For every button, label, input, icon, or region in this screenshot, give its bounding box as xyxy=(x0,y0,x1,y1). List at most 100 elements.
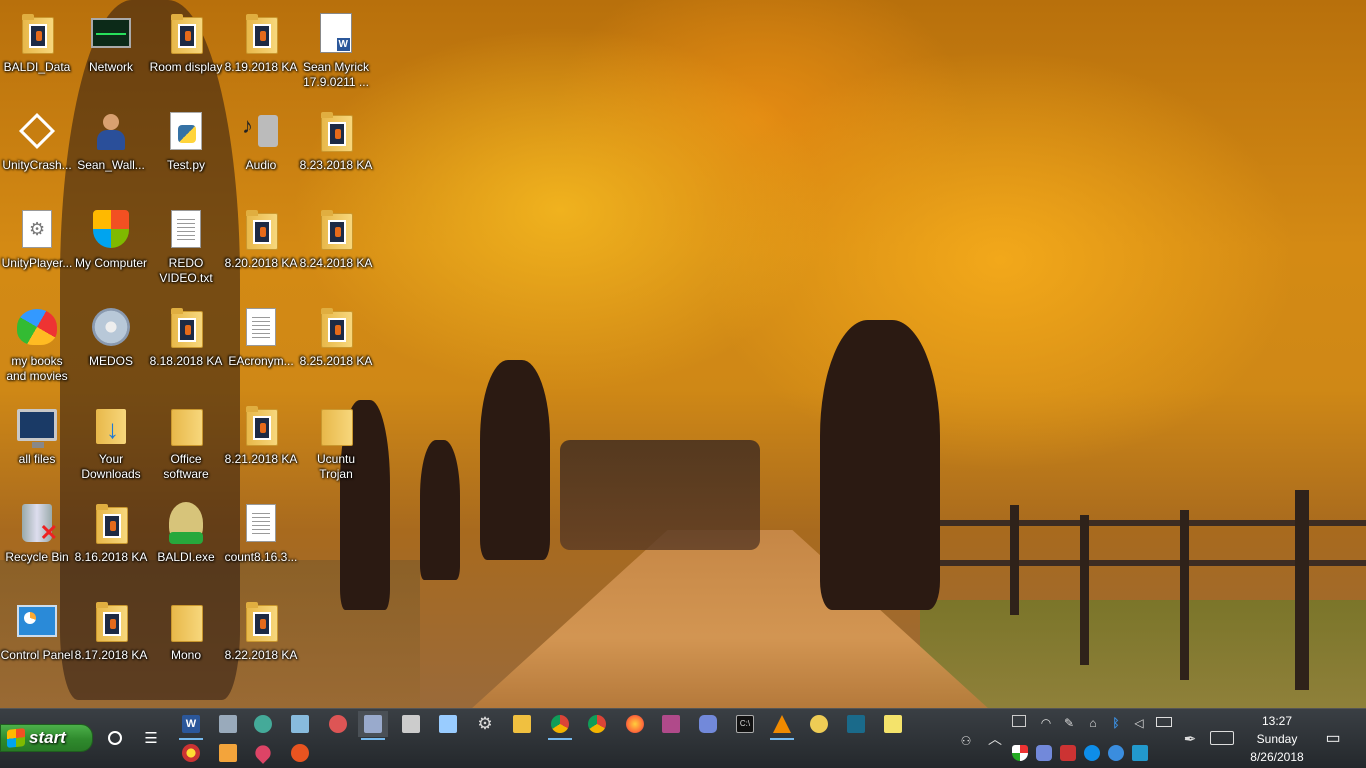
desktop-icon-sean-myrick-doc[interactable]: Sean Myrick 17.9.0211 ... xyxy=(299,6,373,96)
taskbar-photo-viewer-button[interactable] xyxy=(358,711,388,740)
unity-icon xyxy=(14,108,60,154)
desktop-icon-label: 8.20.2018 KA xyxy=(224,256,298,270)
cloud-icon[interactable] xyxy=(1108,745,1124,761)
desktop-icon-my-books-and-movies[interactable]: my books and movies xyxy=(0,300,74,390)
display-icon[interactable] xyxy=(1132,745,1148,761)
taskbar-paint-button[interactable] xyxy=(248,711,278,737)
desktop-icon-my-computer[interactable]: My Computer xyxy=(74,202,148,292)
desktop-icon-8-24-2018-ka[interactable]: 8.24.2018 KA xyxy=(299,202,373,292)
desktop-icon-8-18-2018-ka[interactable]: 8.18.2018 KA xyxy=(149,300,223,390)
start-label: start xyxy=(29,728,66,747)
folder-icon xyxy=(313,108,359,154)
folder-icon xyxy=(88,500,134,546)
desktop-icon-unityplayer[interactable]: UnityPlayer... xyxy=(0,202,74,292)
wifi-icon[interactable]: ◠ xyxy=(1038,715,1054,731)
taskbar-vlc-button[interactable] xyxy=(767,711,797,740)
taskbar-book-button[interactable] xyxy=(841,711,871,737)
cortana-button[interactable] xyxy=(100,725,130,751)
desktop-icon-label: 8.18.2018 KA xyxy=(149,354,223,368)
desktop-icon-recycle-bin[interactable]: ✕ Recycle Bin xyxy=(0,496,74,586)
desktop-icon-8-19-2018-ka[interactable]: 8.19.2018 KA xyxy=(224,6,298,96)
task-view-button[interactable]: ☰ xyxy=(136,725,166,751)
desktop-icon-label: UnityCrash... xyxy=(2,158,72,172)
defender-icon[interactable] xyxy=(1012,745,1028,761)
desktop-icon-room-display[interactable]: Room display xyxy=(149,6,223,96)
desktop-icon-label: count8.16.3... xyxy=(224,550,298,564)
desktop-icon-count[interactable]: count8.16.3... xyxy=(224,496,298,586)
volume-icon[interactable]: ◁ xyxy=(1131,715,1147,731)
taskbar-map-pin-button[interactable] xyxy=(248,740,278,766)
pen-workspace-icon[interactable]: ✒ xyxy=(1182,731,1198,748)
taskbar-settings-button[interactable]: ⚙ xyxy=(470,711,500,737)
battery-icon[interactable] xyxy=(1156,717,1172,727)
user-icon xyxy=(88,108,134,154)
desktop-icon-redo-video-txt[interactable]: REDO VIDEO.txt xyxy=(149,202,223,292)
chevron-up-icon[interactable]: ︿ xyxy=(987,731,1003,747)
start-button[interactable]: start xyxy=(0,724,93,752)
clock[interactable]: 13:27 Sunday 8/26/2018 xyxy=(1236,712,1318,766)
desktop-icon-unitycrash[interactable]: UnityCrash... xyxy=(0,104,74,194)
desktop-icon-medos[interactable]: MEDOS xyxy=(74,300,148,390)
folder-icon xyxy=(88,598,134,644)
desktop-icon-ucuntu-trojan[interactable]: Ucuntu Trojan xyxy=(299,398,373,488)
taskbar-app-button[interactable] xyxy=(213,711,243,737)
discord-tray-icon[interactable] xyxy=(1036,745,1052,761)
taskbar-app-button-2[interactable] xyxy=(804,711,834,737)
desktop-icon-audio[interactable]: Audio xyxy=(224,104,298,194)
folder-icon xyxy=(313,304,359,350)
taskbar-sticky-notes-button[interactable] xyxy=(878,711,908,737)
desktop-icon-label: REDO VIDEO.txt xyxy=(159,256,213,285)
speaker-icon xyxy=(238,108,284,154)
taskbar-ubuntu-button[interactable] xyxy=(285,740,315,766)
windows-flag-icon xyxy=(7,728,25,748)
teamviewer-icon[interactable] xyxy=(1084,745,1100,761)
taskbar-winrar-button[interactable] xyxy=(656,711,686,737)
action-center-button[interactable]: ▭ xyxy=(1320,727,1346,749)
desktop-icon-8-23-2018-ka[interactable]: 8.23.2018 KA xyxy=(299,104,373,194)
taskbar-chrome-button[interactable] xyxy=(582,711,612,737)
app-icon-3 xyxy=(182,744,200,762)
touch-keyboard-icon[interactable] xyxy=(1210,731,1234,745)
taskbar-media-player-button[interactable] xyxy=(213,740,243,766)
desktop-icon-baldi-exe[interactable]: BALDI.exe xyxy=(149,496,223,586)
people-icon[interactable]: ⚇ xyxy=(958,733,974,749)
desktop-icon-control-panel[interactable]: Control Panel xyxy=(0,594,74,684)
taskbar-calculator-button[interactable] xyxy=(396,711,426,737)
desktop-icon-8-20-2018-ka[interactable]: 8.20.2018 KA xyxy=(224,202,298,292)
taskbar-google-chrome-button[interactable] xyxy=(545,711,575,740)
taskbar-command-prompt-button[interactable]: C:\ xyxy=(730,711,760,737)
desktop-icon-office-software[interactable]: Office software xyxy=(149,398,223,488)
desktop-icon-test-py[interactable]: Test.py xyxy=(149,104,223,194)
desktop-icon-eacronym[interactable]: EAcronym... xyxy=(224,300,298,390)
taskbar-file-explorer-button[interactable] xyxy=(507,711,537,737)
taskbar-notes-button[interactable] xyxy=(433,711,463,737)
lock-icon[interactable]: ⌂ xyxy=(1085,715,1101,731)
recycle-bin-icon: ✕ xyxy=(14,500,60,546)
taskbar-discord-button[interactable] xyxy=(693,711,723,737)
desktop-icon-8-25-2018-ka[interactable]: 8.25.2018 KA xyxy=(299,300,373,390)
desktop-icon-all-files[interactable]: all files xyxy=(0,398,74,488)
taskbar-paint-brush-button[interactable] xyxy=(323,711,353,737)
pen-icon[interactable]: ✎ xyxy=(1061,715,1077,731)
desktop-icon-8-22-2018-ka[interactable]: 8.22.2018 KA xyxy=(224,594,298,684)
desktop-icon-network[interactable]: Network xyxy=(74,6,148,96)
notepad-icon xyxy=(291,715,309,733)
taskbar-notepad-button[interactable] xyxy=(285,711,315,737)
computer-icon xyxy=(14,402,60,448)
wallpaper-tree-trunk xyxy=(420,440,460,580)
desktop-icon-sean-wall[interactable]: Sean_Wall... xyxy=(74,104,148,194)
app-tray-icon[interactable] xyxy=(1060,745,1076,761)
vlc-icon xyxy=(773,715,791,733)
desktop-icon-baldi-data[interactable]: BALDI_Data xyxy=(0,6,74,96)
desktop-icon-8-16-2018-ka[interactable]: 8.16.2018 KA xyxy=(74,496,148,586)
taskbar-word-button[interactable]: W xyxy=(176,711,206,740)
taskbar-app-button-3[interactable] xyxy=(176,740,206,766)
network-drive-icon[interactable] xyxy=(1012,715,1026,727)
desktop-icon-your-downloads[interactable]: Your Downloads xyxy=(74,398,148,488)
shield-icon xyxy=(88,206,134,252)
bluetooth-icon[interactable]: ᛒ xyxy=(1108,715,1124,731)
desktop-icon-8-17-2018-ka[interactable]: 8.17.2018 KA xyxy=(74,594,148,684)
taskbar-firefox-button[interactable] xyxy=(620,711,650,737)
desktop-icon-8-21-2018-ka[interactable]: 8.21.2018 KA xyxy=(224,398,298,488)
desktop-icon-mono[interactable]: Mono xyxy=(149,594,223,684)
